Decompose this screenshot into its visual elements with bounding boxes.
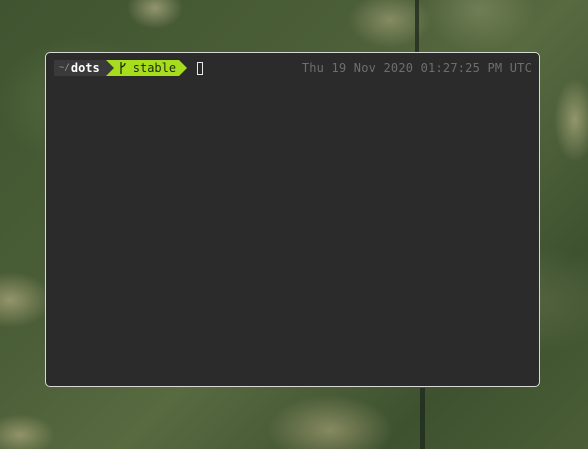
git-branch-icon [120,62,126,74]
prompt-path-segment: ~/ dots [54,60,106,76]
home-symbol: ~/ [59,63,70,73]
prompt-git-segment: stable [113,60,180,76]
prompt-datetime: Thu 19 Nov 2020 01:27:25 PM UTC [301,61,532,75]
terminal-window[interactable]: ~/ dots stable Thu 19 Nov 2020 01:27:25 … [45,52,540,387]
wallpaper-road [420,388,425,449]
powerline-separator [105,60,114,76]
wallpaper-road [415,0,419,52]
powerline-separator-end [179,60,188,76]
shell-prompt: ~/ dots stable [54,60,204,76]
git-branch-name: stable [132,61,177,75]
current-directory: dots [70,61,100,75]
text-cursor[interactable] [197,61,204,75]
